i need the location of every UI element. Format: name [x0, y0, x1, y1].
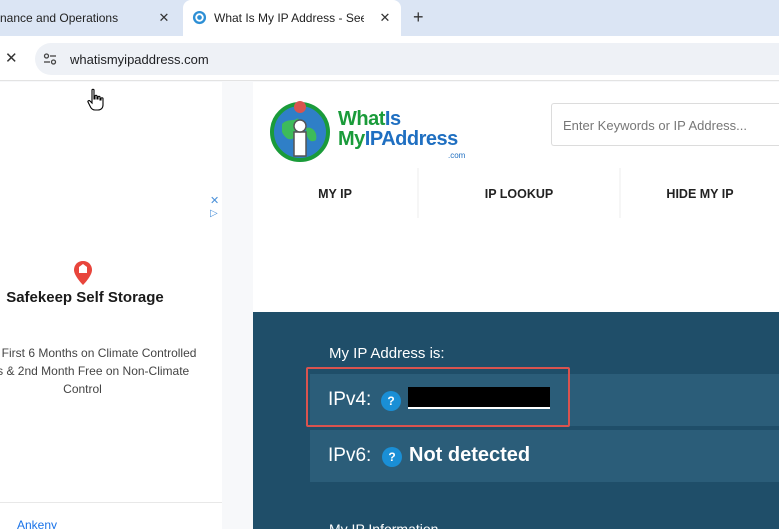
- nav-my-ip[interactable]: MY IP: [253, 168, 417, 218]
- browser-toolbar: ✕ whatismyipaddress.com: [0, 36, 779, 81]
- close-tab-icon[interactable]: ✕: [157, 11, 171, 25]
- tab-title: nance and Operations: [0, 11, 119, 25]
- ipv6-value: Not detected: [409, 444, 531, 466]
- ad-panel[interactable]: ✕ ▷ Safekeep Self Storage % Off First 6 …: [0, 82, 222, 529]
- ad-city-link[interactable]: Ankeny: [17, 518, 57, 529]
- globe-magnifier-icon: [270, 101, 330, 162]
- tab-whatismyip[interactable]: What Is My IP Address - See Yo ✕: [183, 0, 401, 36]
- new-tab-button[interactable]: +: [413, 8, 424, 26]
- ad-promo-text: % Off First 6 Months on Climate Controll…: [0, 346, 197, 396]
- ip-heading: My IP Address is:: [329, 345, 445, 362]
- adchoices-icon[interactable]: ▷: [210, 208, 218, 219]
- logo-text: Is: [384, 108, 401, 130]
- nav-ip-lookup[interactable]: IP LOOKUP: [419, 168, 619, 218]
- close-tab-icon[interactable]: ✕: [378, 11, 392, 25]
- ip-info-heading: My IP Information: [329, 521, 439, 529]
- ipv6-row: IPv6: ? Not detected: [310, 430, 779, 482]
- site-info-icon[interactable]: [43, 52, 57, 66]
- help-icon[interactable]: ?: [382, 447, 402, 467]
- tab-strip: nance and Operations ✕ What Is My IP Add…: [0, 0, 779, 36]
- favicon-icon: [192, 10, 207, 25]
- ad-close-icon[interactable]: ✕: [210, 194, 219, 207]
- tab-finance-operations[interactable]: nance and Operations ✕: [0, 0, 180, 36]
- address-bar[interactable]: whatismyipaddress.com: [35, 43, 779, 75]
- ipv6-label: IPv6:: [328, 445, 372, 466]
- tab-title: What Is My IP Address - See Yo: [214, 11, 364, 25]
- search-input[interactable]: Enter Keywords or IP Address...: [551, 103, 779, 146]
- site-logo[interactable]: WhatIs MyIPAddress .com: [268, 96, 468, 166]
- stop-loading-icon[interactable]: ✕: [5, 49, 18, 67]
- main-nav: MY IP IP LOOKUP HIDE MY IP: [253, 168, 779, 218]
- logo-text: IPAddress: [364, 128, 458, 150]
- map-pin-icon: [74, 261, 92, 285]
- ad-business-name: Safekeep Self Storage: [6, 289, 164, 306]
- nav-hide-my-ip[interactable]: HIDE MY IP: [621, 168, 779, 218]
- hand-cursor-icon: [87, 88, 104, 111]
- highlight-box: [306, 367, 570, 427]
- logo-text: What: [338, 108, 385, 130]
- logo-dotcom: .com: [448, 151, 466, 160]
- url-text: whatismyipaddress.com: [70, 52, 209, 67]
- logo-text: My: [338, 128, 365, 150]
